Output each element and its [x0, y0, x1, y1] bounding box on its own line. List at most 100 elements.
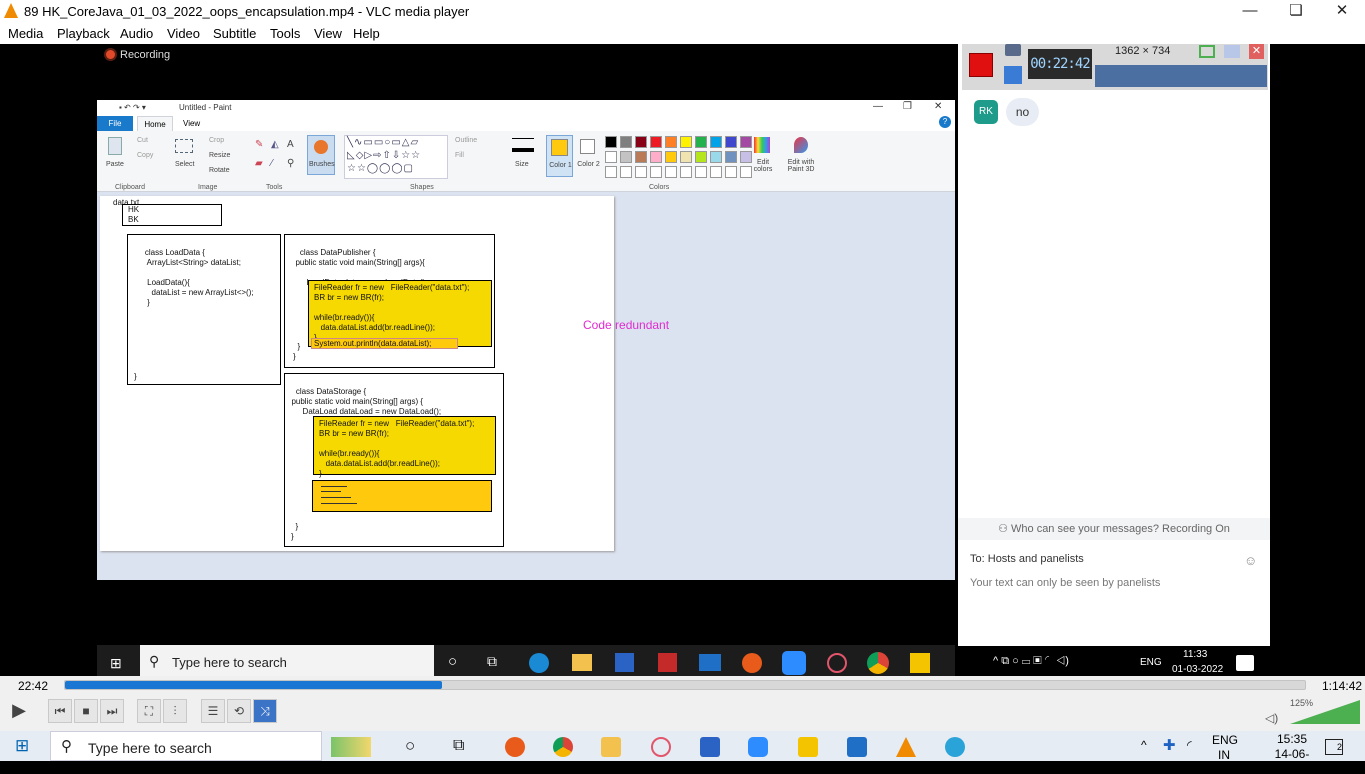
menu-subtitle[interactable]: Subtitle [213, 26, 256, 41]
eraser-icon: ▰ [255, 158, 263, 169]
menu-help[interactable]: Help [353, 26, 380, 41]
code-redundant-annotation: Code redundant [583, 318, 670, 332]
paste-icon [108, 137, 122, 155]
menu-audio[interactable]: Audio [120, 26, 153, 41]
paint-title-bar: ▪ ↶ ↷ ▾ Untitled - Paint — ❐ ✕ [97, 100, 955, 116]
network-icon[interactable]: ◜ [1187, 738, 1192, 752]
taskbar-zoom-icon[interactable] [748, 737, 768, 757]
recorded-search-box: ⚲ Type here to search [140, 645, 434, 680]
palette-swatch [710, 136, 722, 148]
recorded-date: 01-03-2022 [1172, 664, 1224, 675]
taskbar-store-icon[interactable] [700, 737, 720, 757]
menu-tools[interactable]: Tools [270, 26, 300, 41]
minimize-button[interactable]: — [1227, 0, 1273, 22]
menu-media[interactable]: Media [8, 26, 43, 41]
extended-settings-button[interactable]: ⫶ [163, 699, 187, 723]
tray-plus-icon[interactable]: ✚ [1163, 736, 1176, 754]
window-title: 89 HK_CoreJava_01_03_2022_oops_encapsula… [24, 4, 470, 19]
recorded-windows-icon: ⊞ [110, 655, 122, 671]
notification-icon[interactable]: 2 [1325, 739, 1343, 755]
palette-swatch [620, 136, 632, 148]
loaddata-close: } [134, 372, 137, 381]
loop-button[interactable]: ⟲ [227, 699, 251, 723]
chat-message: no [1006, 98, 1039, 126]
taskbar-time: 15:35 [1276, 732, 1308, 746]
palette-swatch-empty [620, 166, 632, 178]
start-windows-icon[interactable]: ⊞ [15, 736, 29, 756]
group-image: Image [198, 184, 218, 191]
restore-button[interactable]: ❏ [1273, 0, 1319, 22]
taskbar-sticky-icon[interactable] [798, 737, 818, 757]
previous-button[interactable]: ⏮ [48, 699, 72, 723]
taskbar-clock[interactable]: 15:35 14-06-2022 [1262, 733, 1322, 774]
pencil-icon: ✎ [255, 139, 264, 150]
recorded-store-icon [615, 653, 634, 672]
loaddata-class-box: class LoadData { ArrayList<String> dataL… [127, 234, 281, 385]
region-icon [1199, 45, 1215, 58]
paint-tab-home: Home [137, 116, 173, 131]
palette-swatch-empty [695, 166, 707, 178]
shuffle-button[interactable]: ⤨ [253, 699, 277, 723]
seek-bar[interactable] [64, 680, 1306, 690]
to-value: Hosts and panelists [987, 553, 1084, 565]
stop-button[interactable]: ■ [74, 699, 98, 723]
total-time: 1:14:42 [1322, 679, 1363, 693]
volume-label: 125% [1290, 698, 1314, 708]
scribble-line [321, 497, 351, 498]
taskbar-search-box[interactable]: ⚲ Type here to search [50, 731, 371, 761]
taskbar-photos-icon[interactable] [847, 737, 867, 757]
recorded-edge-icon [529, 653, 549, 673]
recorded-chrome-icon [867, 652, 889, 674]
recorded-recorder-icon [742, 653, 762, 673]
menu-playback[interactable]: Playback [57, 26, 110, 41]
palette-swatch [665, 136, 677, 148]
recorded-lang: ENG [1140, 657, 1162, 668]
palette-swatch [605, 151, 617, 163]
chat-input-placeholder: Your text can only be seen by panelists [970, 577, 1161, 589]
recorded-search-text: Type here to search [172, 655, 287, 670]
playlist-button[interactable]: ☰ [201, 699, 225, 723]
datastorage-code: class DataStorage { public static void m… [291, 387, 442, 416]
palette-swatch-empty [635, 166, 647, 178]
taskbar-snip-icon[interactable] [651, 737, 671, 757]
message-visibility-note: ⚇ Who can see your messages? Recording O… [958, 518, 1270, 540]
next-button[interactable]: ⏭ [100, 699, 124, 723]
taskbar-explorer-icon[interactable] [601, 737, 621, 757]
language-indicator[interactable]: ENG [1212, 733, 1238, 747]
recorded-notification-icon [1236, 655, 1254, 671]
paint-tab-view: View [183, 119, 201, 128]
palette-swatch-empty [605, 166, 617, 178]
taskbar-vlc-icon[interactable] [896, 737, 916, 757]
publisher-close: } } [293, 342, 301, 361]
task-view-icon[interactable]: ⧉ [453, 737, 464, 755]
palette-swatch-empty [710, 166, 722, 178]
taskbar-recorder-icon[interactable] [505, 737, 525, 757]
paint-help-icon: ? [939, 116, 951, 128]
palette-swatch [650, 136, 662, 148]
storage-redundant-code: FileReader fr = new FileReader("data.txt… [313, 416, 496, 478]
menu-video[interactable]: Video [167, 26, 200, 41]
cortana-icon[interactable]: ○ [405, 736, 415, 756]
close-button[interactable]: ✕ [1319, 0, 1365, 22]
recorded-gift-icon [658, 653, 677, 672]
fullscreen-button[interactable]: ⛶ [137, 699, 161, 723]
people-icon: ⚇ [998, 523, 1012, 535]
menu-view[interactable]: View [314, 26, 342, 41]
volume-slider[interactable]: 125% [1290, 698, 1360, 724]
palette-swatch [680, 136, 692, 148]
storage-close: } } [291, 522, 299, 541]
publisher-redundant-code: FileReader fr = new FileReader("data.txt… [308, 280, 492, 347]
tray-overflow-icon[interactable]: ^ [1141, 738, 1147, 752]
speaker-icon[interactable]: ◁) [1265, 711, 1278, 725]
palette-swatch [695, 136, 707, 148]
play-button[interactable]: ▶ [6, 699, 32, 725]
palette-swatch-empty [650, 166, 662, 178]
paint-ribbon: Paste Cut Copy Clipboard Select Crop Res… [97, 131, 955, 192]
edit-paint3d-label: Edit with Paint 3D [787, 159, 815, 173]
palette-swatch-empty [725, 166, 737, 178]
taskbar-chrome-icon[interactable] [553, 737, 573, 757]
palette-swatch [725, 136, 737, 148]
taskbar-telegram-icon[interactable] [945, 737, 965, 757]
paint-quick-access-icons: ▪ ↶ ↷ ▾ [119, 103, 146, 112]
recorded-tray-icons: ^ ⧉ ○ ▭ ▣ ◜ ◁) [993, 655, 1069, 667]
